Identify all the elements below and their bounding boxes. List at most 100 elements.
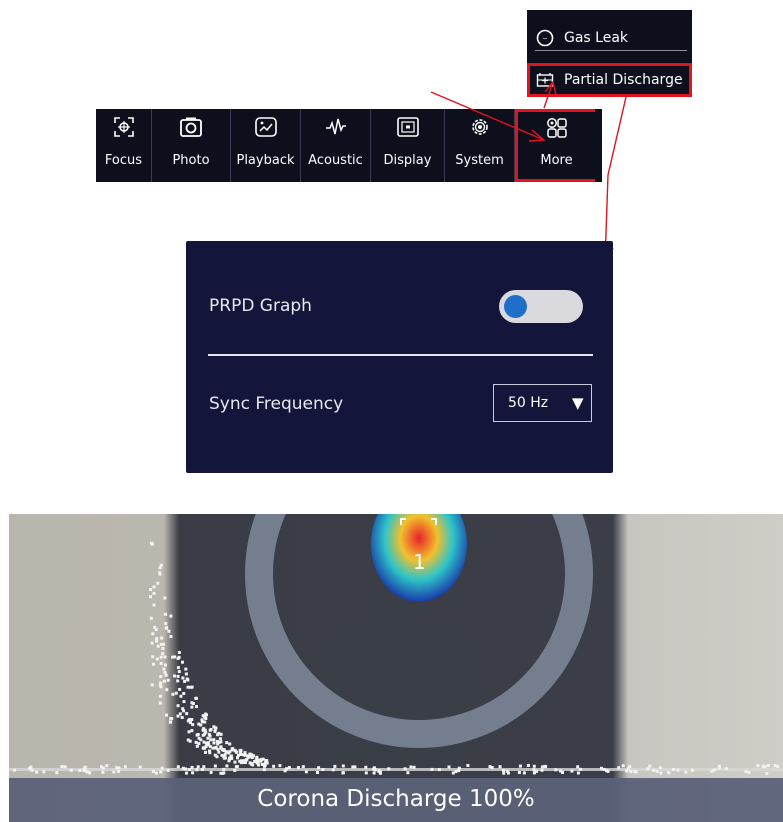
scatter-dot bbox=[186, 719, 190, 723]
scatter-dot bbox=[209, 738, 213, 742]
scatter-dot bbox=[317, 766, 321, 770]
scatter-dot bbox=[238, 749, 242, 753]
scatter-dot bbox=[667, 771, 671, 775]
target-number: 1 bbox=[413, 550, 426, 574]
scatter-dot bbox=[155, 657, 159, 661]
scatter-dot bbox=[162, 679, 166, 683]
discharge-caption: Corona Discharge 100% bbox=[257, 786, 535, 812]
scatter-dot bbox=[156, 644, 160, 648]
scatter-dot bbox=[176, 679, 180, 683]
scatter-dot bbox=[209, 770, 213, 774]
scatter-dot bbox=[447, 765, 451, 769]
scatter-dot bbox=[197, 722, 201, 726]
scatter-dot bbox=[204, 745, 208, 749]
scatter-dot bbox=[12, 768, 16, 772]
scatter-dot bbox=[263, 764, 266, 768]
scatter-dot bbox=[100, 765, 103, 769]
scatter-dot bbox=[617, 766, 621, 770]
scatter-dot bbox=[518, 764, 522, 768]
scatter-dot bbox=[199, 738, 203, 742]
scatter-dot bbox=[155, 639, 159, 643]
scatter-dot bbox=[246, 754, 250, 758]
scatter-dot bbox=[212, 738, 216, 742]
scatter-dot bbox=[159, 675, 163, 678]
scatter-dot bbox=[164, 626, 168, 630]
scatter-dot bbox=[151, 542, 154, 546]
scatter-dot bbox=[158, 701, 162, 705]
scatter-dot bbox=[158, 683, 162, 687]
scatter-dot bbox=[105, 764, 109, 768]
scatter-dot bbox=[195, 733, 199, 737]
prpd-graph-toggle[interactable] bbox=[499, 290, 583, 323]
scatter-dot bbox=[164, 673, 168, 677]
scatter-dot bbox=[204, 741, 208, 745]
scatter-dot bbox=[228, 742, 232, 746]
scatter-dot bbox=[225, 764, 229, 768]
scatter-dot bbox=[278, 764, 282, 768]
scatter-dot bbox=[169, 614, 173, 618]
scatter-dot bbox=[181, 660, 184, 664]
scatter-dot bbox=[166, 769, 170, 772]
scatter-dot bbox=[204, 717, 208, 720]
scatter-dot bbox=[165, 688, 169, 692]
scatter-dot bbox=[202, 765, 206, 769]
scatter-dot bbox=[178, 687, 182, 691]
scatter-dot bbox=[341, 764, 345, 768]
scatter-dot bbox=[208, 734, 212, 738]
scatter-dot bbox=[176, 666, 180, 670]
scatter-dot bbox=[195, 744, 199, 748]
scatter-dot bbox=[182, 692, 186, 695]
scatter-dot bbox=[213, 764, 217, 768]
scatter-dot bbox=[176, 657, 180, 660]
sync-frequency-select[interactable]: 50 Hz ▼ bbox=[493, 384, 592, 422]
scatter-dot bbox=[554, 768, 558, 772]
scatter-dot bbox=[229, 754, 233, 758]
scatter-dot bbox=[211, 746, 215, 750]
scatter-dot bbox=[710, 769, 714, 773]
scatter-dot bbox=[225, 750, 228, 754]
scatter-dot bbox=[629, 770, 633, 774]
scatter-dot bbox=[196, 765, 200, 769]
scatter-dot bbox=[364, 765, 368, 769]
scatter-dot bbox=[747, 771, 751, 774]
scatter-dot bbox=[197, 742, 201, 746]
scatter-dot bbox=[165, 713, 168, 717]
scatter-dot bbox=[188, 739, 192, 743]
scatter-dot bbox=[621, 764, 625, 768]
scatter-dot bbox=[217, 750, 221, 754]
scatter-dot bbox=[507, 771, 510, 775]
scatter-dot bbox=[29, 765, 33, 769]
scatter-dot bbox=[153, 625, 157, 629]
camera-view: 1 Corona Discharge 100% bbox=[9, 514, 783, 822]
scatter-dot bbox=[766, 764, 770, 767]
scatter-dot bbox=[161, 652, 165, 656]
camera-scene bbox=[9, 514, 783, 775]
scatter-dot bbox=[190, 705, 194, 709]
scatter-dot bbox=[63, 765, 67, 769]
scatter-dot bbox=[190, 685, 194, 689]
scatter-dot bbox=[42, 770, 46, 774]
scatter-dot bbox=[756, 764, 760, 768]
scatter-dot bbox=[364, 771, 368, 775]
scatter-dot bbox=[194, 740, 198, 744]
scatter-dot bbox=[576, 765, 580, 769]
scatter-dot bbox=[372, 771, 376, 775]
sync-frequency-label: Sync Frequency bbox=[209, 394, 344, 414]
arrow-to-partial-discharge bbox=[543, 81, 554, 109]
scatter-dot bbox=[227, 759, 231, 763]
scatter-dot bbox=[213, 753, 217, 757]
scatter-dot bbox=[163, 596, 167, 600]
scatter-dot bbox=[351, 765, 355, 769]
scatter-dot bbox=[570, 769, 574, 773]
scatter-dot bbox=[658, 766, 662, 770]
scatter-dot bbox=[236, 756, 239, 760]
scatter-dot bbox=[202, 727, 206, 731]
scatter-dot bbox=[648, 764, 652, 768]
scatter-dot bbox=[183, 767, 187, 771]
scatter-dot bbox=[535, 769, 539, 773]
scatter-dot bbox=[152, 585, 156, 589]
scatter-dot bbox=[195, 768, 199, 772]
scatter-dot bbox=[296, 766, 300, 770]
panel-divider bbox=[208, 354, 593, 356]
scatter-dot bbox=[333, 764, 337, 768]
